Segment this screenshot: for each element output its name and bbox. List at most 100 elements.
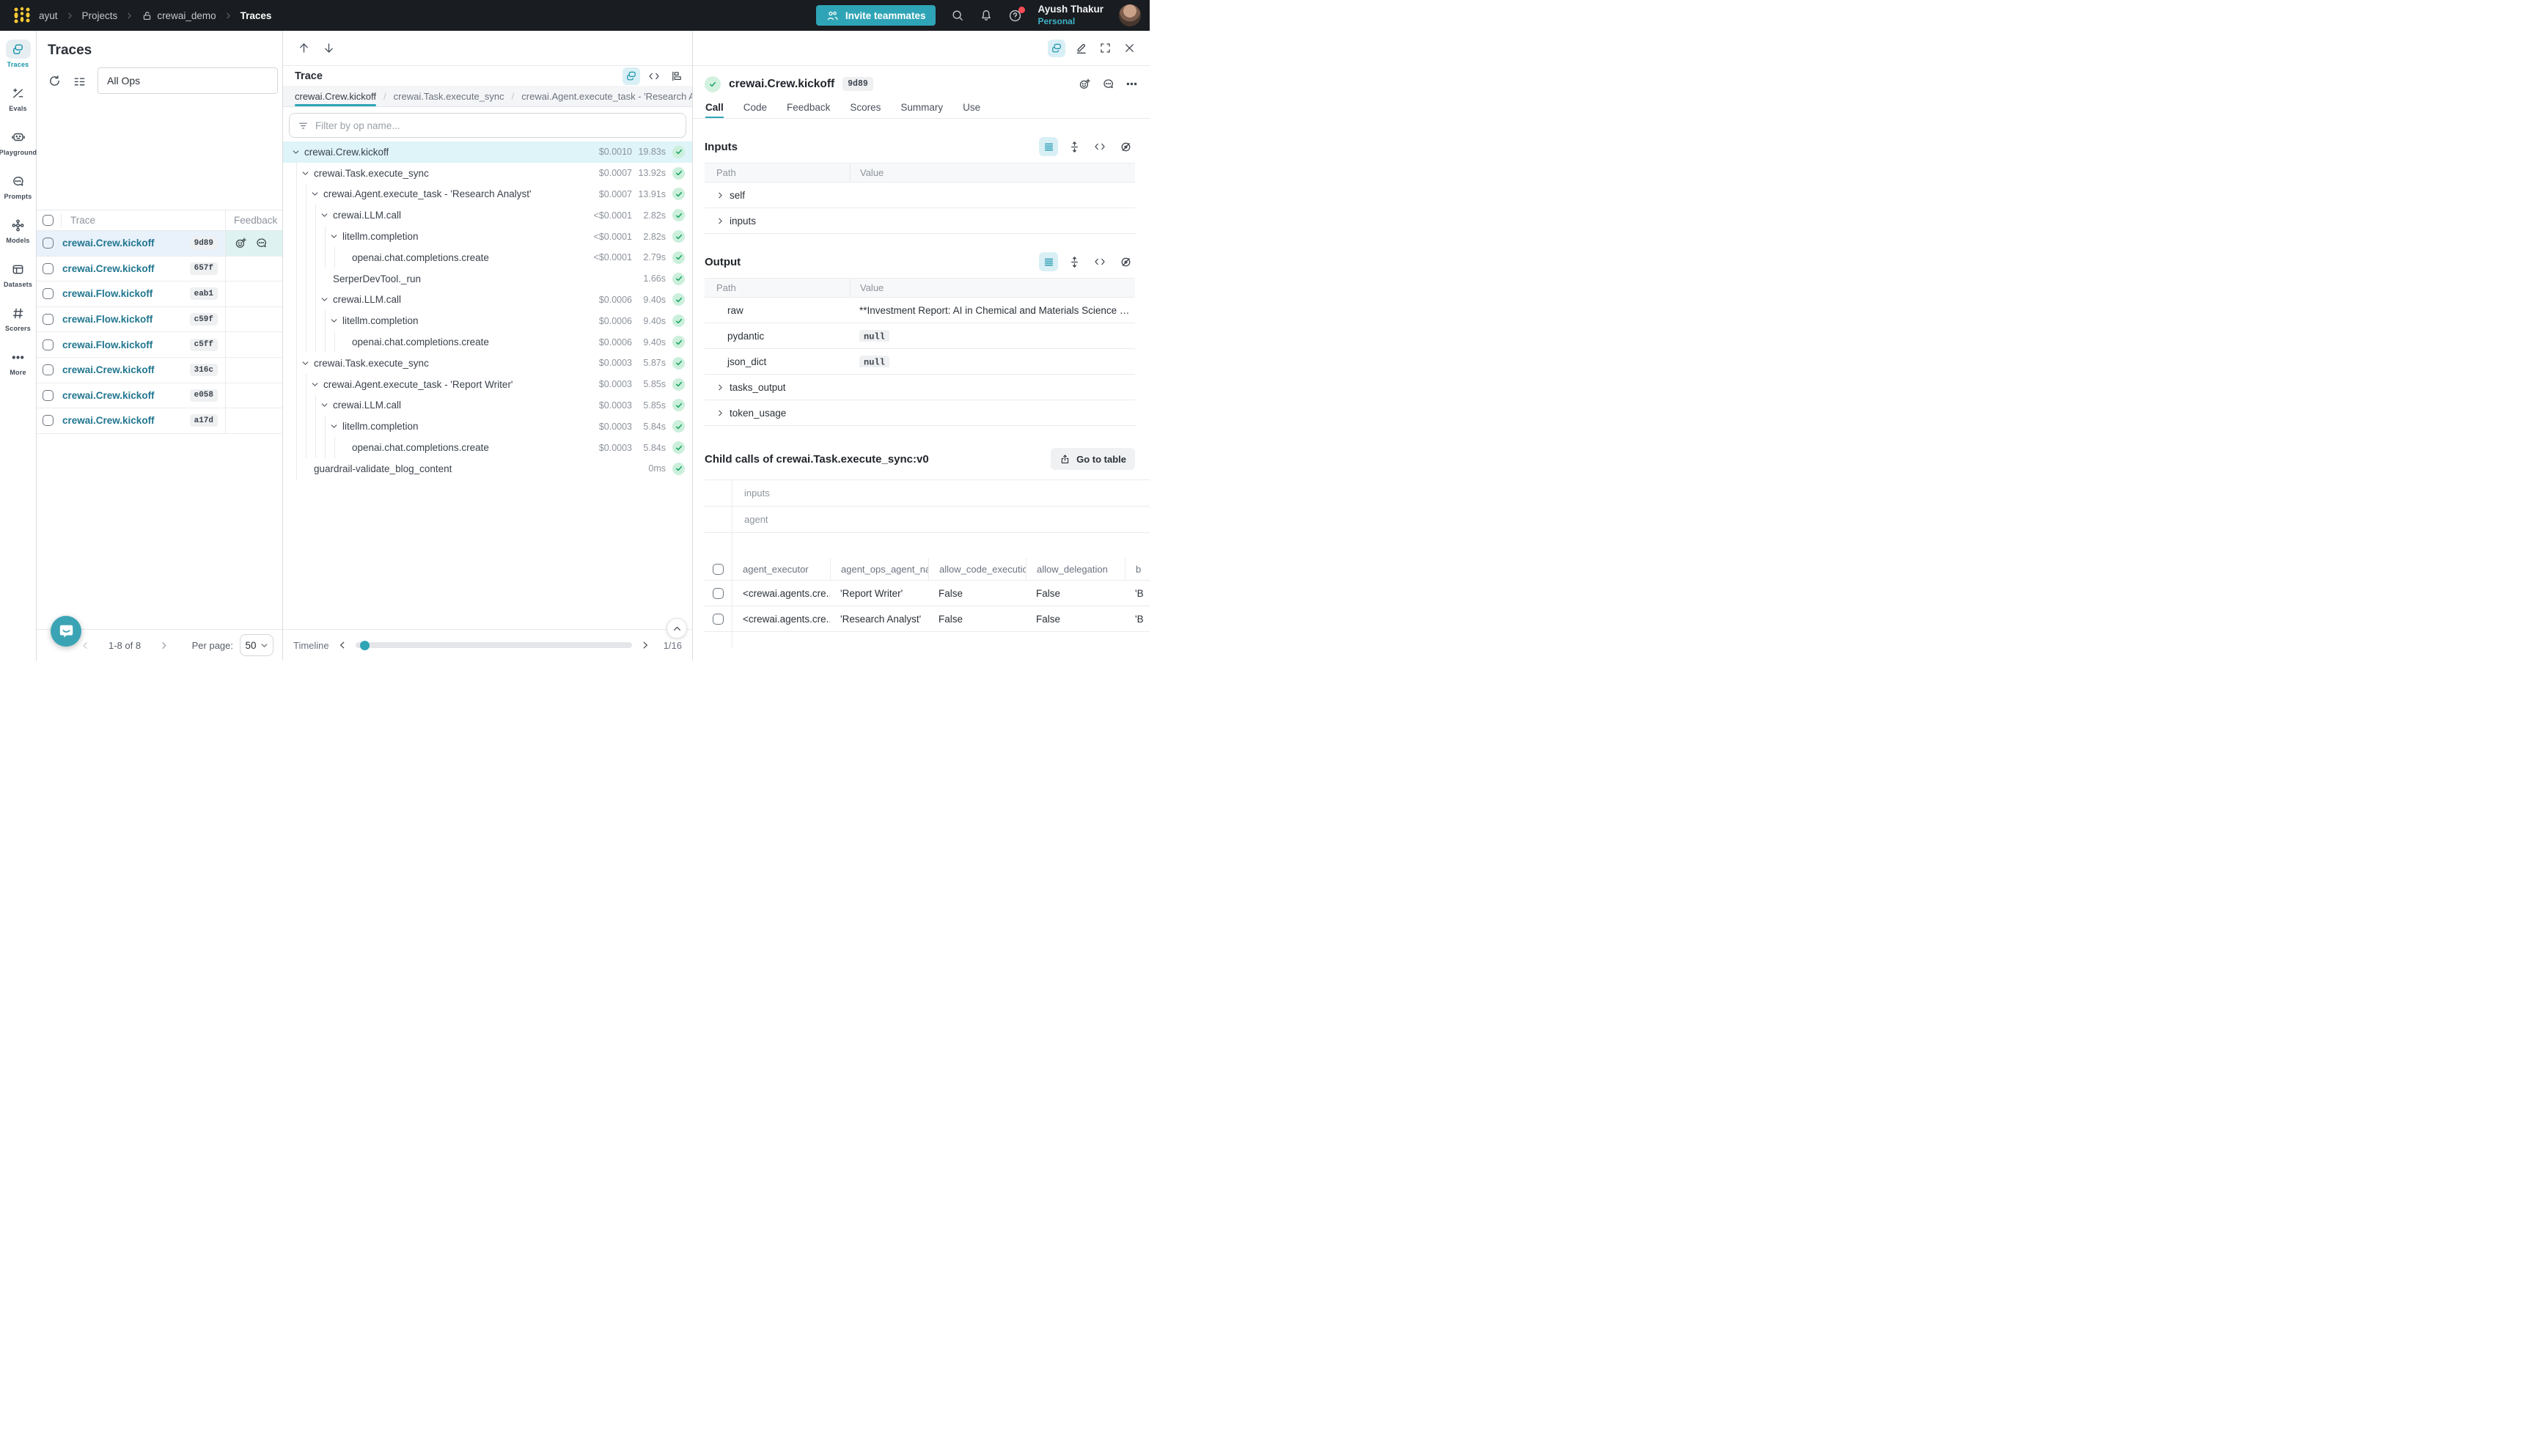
- sidebar-item-models[interactable]: Models: [0, 216, 37, 260]
- collapse-caret-icon[interactable]: [311, 380, 322, 389]
- breadcrumb-project[interactable]: crewai_demo: [142, 10, 216, 21]
- list-view-toggle[interactable]: [1039, 137, 1058, 156]
- trace-op-name[interactable]: crewai.Flow.kickoff: [62, 339, 153, 350]
- column-header[interactable]: agent_executor: [732, 558, 830, 580]
- group-header-label[interactable]: agent: [732, 514, 1150, 525]
- sidebar-item-playground[interactable]: Playground: [0, 128, 37, 172]
- row-checkbox[interactable]: [43, 390, 54, 401]
- expand-chevron-icon[interactable]: [716, 409, 724, 417]
- collapse-caret-icon[interactable]: [320, 401, 331, 409]
- expand-rows-toggle[interactable]: [1065, 137, 1084, 156]
- call-path-tab[interactable]: crewai.Crew.kickoff: [295, 86, 376, 106]
- column-header[interactable]: b: [1125, 558, 1150, 580]
- call-tree-row[interactable]: crewai.Agent.execute_task - 'Research An…: [283, 184, 692, 205]
- trace-op-name[interactable]: crewai.Crew.kickoff: [62, 238, 155, 249]
- collapse-caret-icon[interactable]: [330, 232, 341, 240]
- row-checkbox[interactable]: [43, 364, 54, 375]
- next-trace-icon[interactable]: [323, 42, 335, 54]
- call-tree-row[interactable]: crewai.Task.execute_sync$0.000713.92s: [283, 163, 692, 184]
- collapse-caret-icon[interactable]: [301, 359, 312, 367]
- fullscreen-button[interactable]: [1096, 40, 1114, 57]
- row-checkbox[interactable]: [43, 263, 54, 274]
- row-checkbox[interactable]: [43, 314, 54, 325]
- comment-icon[interactable]: [255, 237, 268, 249]
- row-checkbox[interactable]: [43, 238, 54, 249]
- tree-view-toggle[interactable]: [623, 67, 640, 85]
- sidebar-item-scorers[interactable]: Scorers: [0, 304, 37, 348]
- prev-page-button[interactable]: [81, 641, 90, 650]
- call-tree-row[interactable]: crewai.Agent.execute_task - 'Report Writ…: [283, 374, 692, 395]
- child-call-row[interactable]: <crewai.agents.cre...'Research Analyst'F…: [705, 606, 1150, 632]
- select-all-checkbox[interactable]: [713, 564, 724, 575]
- expand-chevron-icon[interactable]: [716, 217, 724, 225]
- tab-code[interactable]: Code: [743, 96, 767, 118]
- trace-op-name[interactable]: crewai.Crew.kickoff: [62, 390, 155, 401]
- sidebar-item-traces[interactable]: Traces: [0, 40, 37, 84]
- call-tree-row[interactable]: crewai.LLM.call<$0.00012.82s: [283, 205, 692, 226]
- invite-teammates-button[interactable]: Invite teammates: [816, 5, 936, 26]
- collapse-caret-icon[interactable]: [301, 169, 312, 177]
- scroll-top-button[interactable]: [666, 618, 687, 639]
- row-checkbox[interactable]: [713, 614, 724, 625]
- refresh-icon[interactable]: [48, 74, 62, 88]
- json-view-toggle[interactable]: [1090, 252, 1109, 271]
- tab-call[interactable]: Call: [705, 96, 724, 118]
- trace-op-name[interactable]: crewai.Crew.kickoff: [62, 263, 155, 274]
- code-view-toggle[interactable]: [645, 67, 663, 85]
- trace-op-name[interactable]: crewai.Flow.kickoff: [62, 288, 153, 299]
- call-tree-row[interactable]: SerperDevTool._run1.66s: [283, 268, 692, 290]
- expand-chevron-icon[interactable]: [716, 191, 724, 199]
- call-tree-row[interactable]: crewai.LLM.call$0.00035.85s: [283, 395, 692, 416]
- user-menu[interactable]: Ayush Thakur Personal: [1038, 4, 1103, 27]
- expand-chevron-icon[interactable]: [716, 383, 724, 391]
- list-view-toggle[interactable]: [1039, 252, 1058, 271]
- call-path-tab[interactable]: crewai.Task.execute_sync: [394, 86, 504, 106]
- row-checkbox[interactable]: [43, 415, 54, 426]
- add-reaction-icon[interactable]: [1079, 78, 1091, 90]
- json-view-toggle[interactable]: [1090, 137, 1109, 156]
- timeline-next-icon[interactable]: [641, 641, 650, 650]
- go-to-table-button[interactable]: Go to table: [1051, 448, 1135, 470]
- trace-table-row[interactable]: crewai.Flow.kickoffc5ff: [37, 332, 282, 358]
- show-tree-toggle[interactable]: [1048, 40, 1065, 57]
- call-tree-row[interactable]: crewai.Task.execute_sync$0.00035.87s: [283, 353, 692, 374]
- trace-table-row[interactable]: crewai.Crew.kickoff316c: [37, 358, 282, 383]
- column-header[interactable]: allow_code_execution: [928, 558, 1026, 580]
- collapse-caret-icon[interactable]: [292, 148, 303, 156]
- row-checkbox[interactable]: [713, 588, 724, 599]
- avatar[interactable]: [1119, 4, 1141, 26]
- row-checkbox[interactable]: [43, 339, 54, 350]
- tab-use[interactable]: Use: [963, 96, 980, 118]
- call-tree-row[interactable]: guardrail-validate_blog_content0ms: [283, 458, 692, 479]
- sidebar-item-prompts[interactable]: Prompts: [0, 172, 37, 216]
- ops-filter-select[interactable]: All Ops: [98, 67, 278, 94]
- group-header-label[interactable]: inputs: [732, 488, 1150, 499]
- overflow-menu-icon[interactable]: [1125, 78, 1138, 90]
- chat-support-button[interactable]: [51, 616, 81, 647]
- tab-summary[interactable]: Summary: [900, 96, 943, 118]
- call-tree-row[interactable]: litellm.completion$0.00035.84s: [283, 416, 692, 437]
- hide-empty-toggle[interactable]: [1116, 137, 1135, 156]
- trace-table-row[interactable]: crewai.Flow.kickoffc59f: [37, 307, 282, 333]
- column-header-trace[interactable]: Trace: [70, 215, 95, 226]
- tab-scores[interactable]: Scores: [850, 96, 881, 118]
- call-tree-row[interactable]: crewai.LLM.call$0.00069.40s: [283, 290, 692, 311]
- tab-feedback[interactable]: Feedback: [787, 96, 830, 118]
- collapse-caret-icon[interactable]: [320, 211, 331, 219]
- row-checkbox[interactable]: [43, 288, 54, 299]
- column-header[interactable]: allow_delegation: [1026, 558, 1125, 580]
- select-all-checkbox[interactable]: [43, 215, 54, 226]
- timeline-slider-handle[interactable]: [360, 641, 370, 650]
- trace-op-name[interactable]: crewai.Crew.kickoff: [62, 364, 155, 375]
- trace-op-name[interactable]: crewai.Flow.kickoff: [62, 314, 153, 325]
- call-tree-row[interactable]: litellm.completion$0.00069.40s: [283, 310, 692, 331]
- call-tree-row[interactable]: openai.chat.completions.create$0.00035.8…: [283, 437, 692, 458]
- sidebar-item-evals[interactable]: Evals: [0, 84, 37, 128]
- sidebar-item-more[interactable]: More: [0, 348, 37, 391]
- annotate-button[interactable]: [1072, 40, 1090, 57]
- call-tree-row[interactable]: litellm.completion<$0.00012.82s: [283, 226, 692, 247]
- trace-table-row[interactable]: crewai.Crew.kickoff657f: [37, 257, 282, 282]
- wandb-logo-icon[interactable]: [12, 5, 32, 26]
- column-header-feedback[interactable]: Feedback: [225, 210, 282, 230]
- call-id-badge[interactable]: 9d89: [842, 77, 873, 91]
